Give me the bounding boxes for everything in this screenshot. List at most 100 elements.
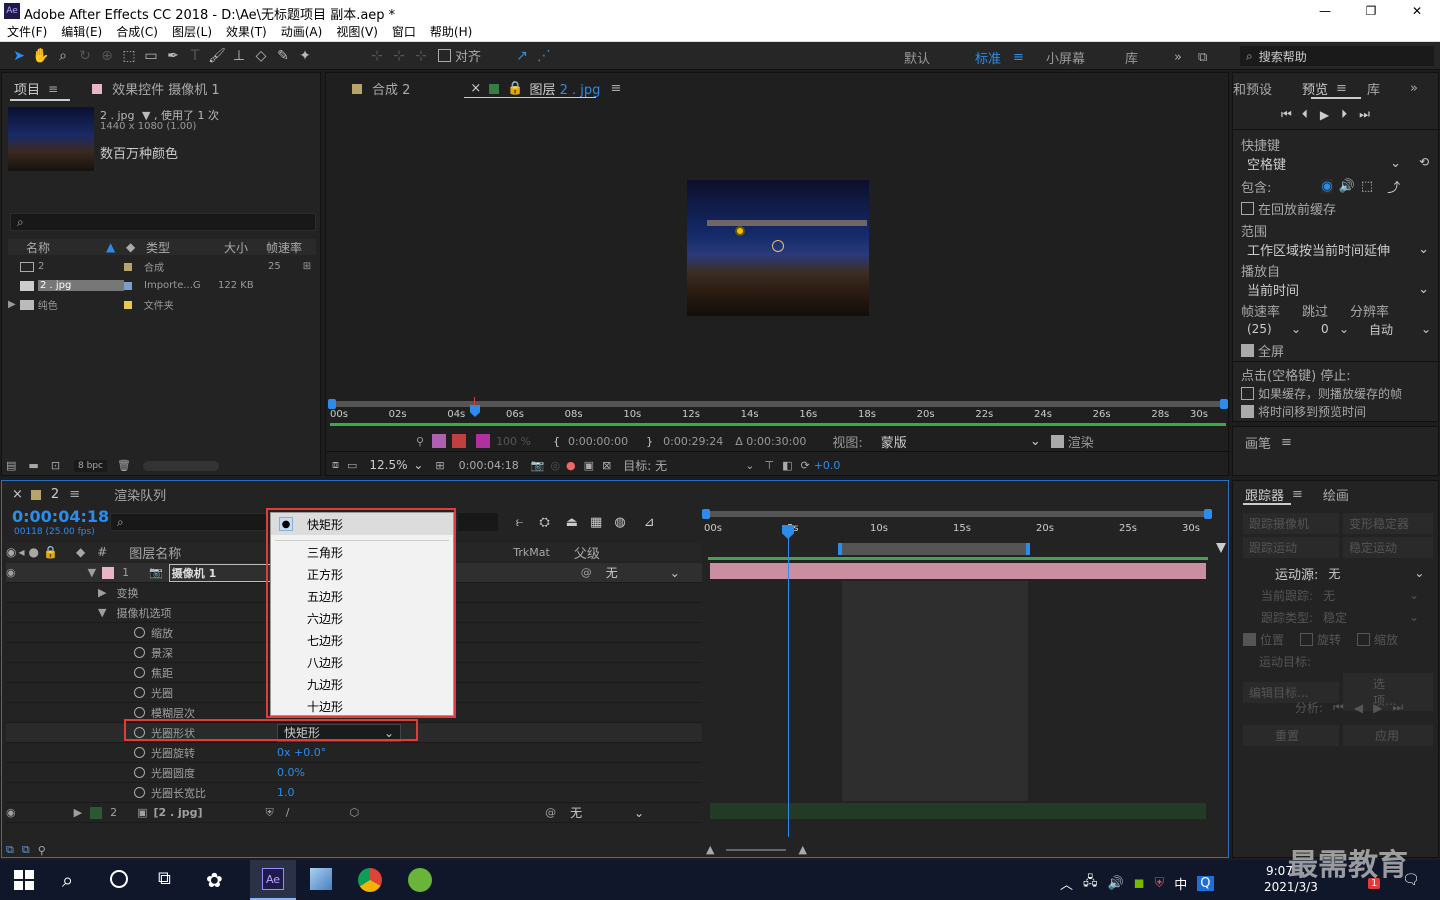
dropdown-item[interactable]: 十边形 (271, 695, 453, 715)
panel-menu-icon[interactable]: ≡ (610, 81, 621, 96)
prop-value[interactable]: 0.0% (277, 766, 305, 779)
expand-arrow-icon[interactable]: ▼ (88, 566, 96, 579)
security-icon[interactable]: ⛨ (1155, 876, 1165, 891)
last-frame-icon[interactable]: ⏭ (1359, 107, 1370, 122)
zoom-select[interactable]: 12.5% ⌄ (363, 455, 429, 475)
col-size[interactable]: 大小 (224, 239, 266, 256)
cache-before-checkbox[interactable] (1241, 202, 1254, 215)
resolution-select[interactable]: 自动 ⌄ (1363, 319, 1437, 339)
tab-effect-controls[interactable]: 效果控件 摄像机 1 (112, 79, 220, 98)
expand-arrow-icon[interactable]: ▶ (74, 806, 82, 819)
show-snapshot-icon[interactable]: ◎ (550, 459, 560, 472)
brush-tool-icon[interactable]: 🖌 (206, 45, 228, 67)
prop-row[interactable]: 光圈圆度 0.0% (6, 763, 702, 783)
pickwhip-icon[interactable]: @ (545, 806, 556, 819)
in-point-time[interactable]: 0:00:00:00 (568, 435, 628, 448)
workspace-small-screen[interactable]: 小屏幕 (1046, 48, 1085, 67)
fullscreen-checkbox[interactable] (1241, 344, 1254, 357)
dropdown-item[interactable]: 五边形 (271, 585, 453, 607)
timeline-search[interactable]: ⌕ (110, 513, 268, 531)
snap-option-icon[interactable]: ↗ (511, 45, 533, 67)
image-layer-bar[interactable] (710, 803, 1206, 819)
menu-view[interactable]: 视图(V) (336, 23, 378, 40)
analyze-back-all-icon[interactable]: ⏮ (1333, 700, 1344, 715)
tab-preview[interactable]: 预览 (1302, 79, 1328, 98)
reset-button[interactable]: 重置 (1243, 725, 1339, 746)
render-checkbox[interactable] (1050, 434, 1064, 448)
close-button[interactable]: ✕ (1394, 4, 1440, 18)
expand-arrow-icon[interactable]: ▼ (98, 606, 106, 619)
3d-layer-icon[interactable]: ⬡ (349, 806, 359, 819)
sort-icon[interactable]: ▲ (106, 240, 126, 254)
view-select[interactable]: 蒙版 ⌄ (875, 431, 1047, 451)
new-composition-icon[interactable]: ⊡ (51, 459, 60, 472)
include-video-icon[interactable]: ◉ (1321, 179, 1333, 194)
panel-menu-icon[interactable]: ≡ (1281, 435, 1292, 450)
toggle-render-icon[interactable]: ⚲ (38, 844, 46, 857)
volume-icon[interactable]: 🔊 (1108, 876, 1124, 891)
dropdown-item-selected[interactable]: ● 快矩形 (271, 513, 453, 535)
layer-name[interactable]: [2 . jpg] (153, 806, 253, 819)
timeline-current-time[interactable]: 0:00:04:18 (12, 507, 109, 526)
interpret-footage-icon[interactable]: ▤ (6, 459, 16, 472)
tab-tracker[interactable]: 跟踪器 (1245, 485, 1284, 504)
scale-checkbox[interactable] (1357, 633, 1371, 646)
first-frame-icon[interactable]: ⏮ (1281, 107, 1292, 122)
clone-stamp-tool-icon[interactable]: ⊥ (228, 45, 250, 67)
zoom-tool-icon[interactable]: ⌕ (52, 45, 74, 67)
minimize-button[interactable]: — (1302, 4, 1348, 18)
workspace-more-icon[interactable]: » (1174, 50, 1182, 65)
shortcut-select[interactable]: 空格键 ⌄ (1241, 153, 1407, 173)
project-search[interactable]: ⌕ (10, 213, 316, 231)
dropdown-item[interactable]: 正方形 (271, 563, 453, 585)
pin-icon[interactable]: ⚲ (416, 435, 424, 448)
target-select[interactable]: 目标: 无 (623, 457, 745, 474)
project-row[interactable]: 2 . jpg Importe...G 122 KB (8, 276, 316, 295)
rotate-tool-icon[interactable]: ↻ (74, 45, 96, 67)
flowchart-icon[interactable]: ⊤ (765, 459, 775, 472)
play-from-select[interactable]: 当前时间 ⌄ (1241, 279, 1435, 299)
sync-settings-icon[interactable]: ⧉ (1198, 50, 1207, 65)
layer-row-image[interactable]: ◉ ▶ 2 ▣ [2 . jpg] ⛨ / ⬡ @ 无 ⌄ (6, 803, 702, 823)
lock-icon[interactable]: 🔒 (507, 81, 523, 96)
current-track-select[interactable]: 无 ⌄ (1317, 585, 1425, 605)
out-point-icon[interactable]: } (646, 435, 653, 448)
range-select[interactable]: 工作区域按当前时间延伸 ⌄ (1241, 239, 1435, 259)
stopwatch-icon[interactable] (134, 707, 145, 718)
channel-icon[interactable]: ● (566, 459, 576, 472)
menu-window[interactable]: 窗口 (392, 23, 416, 40)
graph-editor-icon[interactable]: ⊿ (644, 515, 655, 530)
layer-label-color[interactable] (90, 806, 103, 819)
warp-stabilizer-button[interactable]: 变形稳定器 (1343, 513, 1433, 534)
exposure-icon[interactable]: ⟳ (801, 459, 810, 472)
visibility-icon[interactable]: ◉ (6, 806, 16, 819)
overlay-opacity[interactable]: 100 % (496, 435, 531, 448)
prop-row[interactable]: 光圈旋转 0x +0.0° (6, 743, 702, 763)
visibility-icon[interactable]: ◉ (6, 566, 16, 579)
cortana-icon[interactable] (110, 870, 128, 888)
prop-row[interactable]: 光圈长宽比 1.0 (6, 783, 702, 803)
toggle-modes-icon[interactable]: ⧉ (22, 843, 30, 857)
axis-world-icon[interactable]: ⊹ (388, 45, 410, 67)
quality-switch-icon[interactable]: / (286, 806, 290, 819)
menu-composition[interactable]: 合成(C) (116, 23, 158, 40)
close-tab-icon[interactable]: × (12, 487, 23, 502)
analyze-forward-all-icon[interactable]: ⏭ (1392, 700, 1403, 715)
current-time[interactable]: 0:00:04:18 (459, 459, 519, 472)
dropdown-item[interactable]: 九边形 (271, 673, 453, 695)
skip-select[interactable]: 0 ⌄ (1315, 319, 1355, 339)
mask-view-icon[interactable] (432, 434, 447, 448)
workspace-standard[interactable]: 标准 (975, 48, 1001, 67)
timeline-menu-icon[interactable] (1216, 543, 1226, 553)
expand-arrow-icon[interactable]: ▶ (98, 586, 106, 599)
analyze-forward-icon[interactable]: ▶ (1373, 701, 1382, 715)
menu-animation[interactable]: 动画(A) (281, 23, 323, 40)
move-time-checkbox[interactable] (1241, 405, 1254, 418)
if-cached-checkbox[interactable] (1241, 387, 1254, 400)
motion-blur-icon[interactable]: ◍ (614, 515, 625, 530)
alpha-view-icon[interactable] (452, 434, 467, 448)
menu-help[interactable]: 帮助(H) (430, 23, 472, 40)
workspace-library[interactable]: 库 (1125, 48, 1138, 67)
text-tool-icon[interactable]: T (184, 45, 206, 67)
project-row[interactable]: ▶ 纯色 文件夹 (8, 295, 316, 314)
